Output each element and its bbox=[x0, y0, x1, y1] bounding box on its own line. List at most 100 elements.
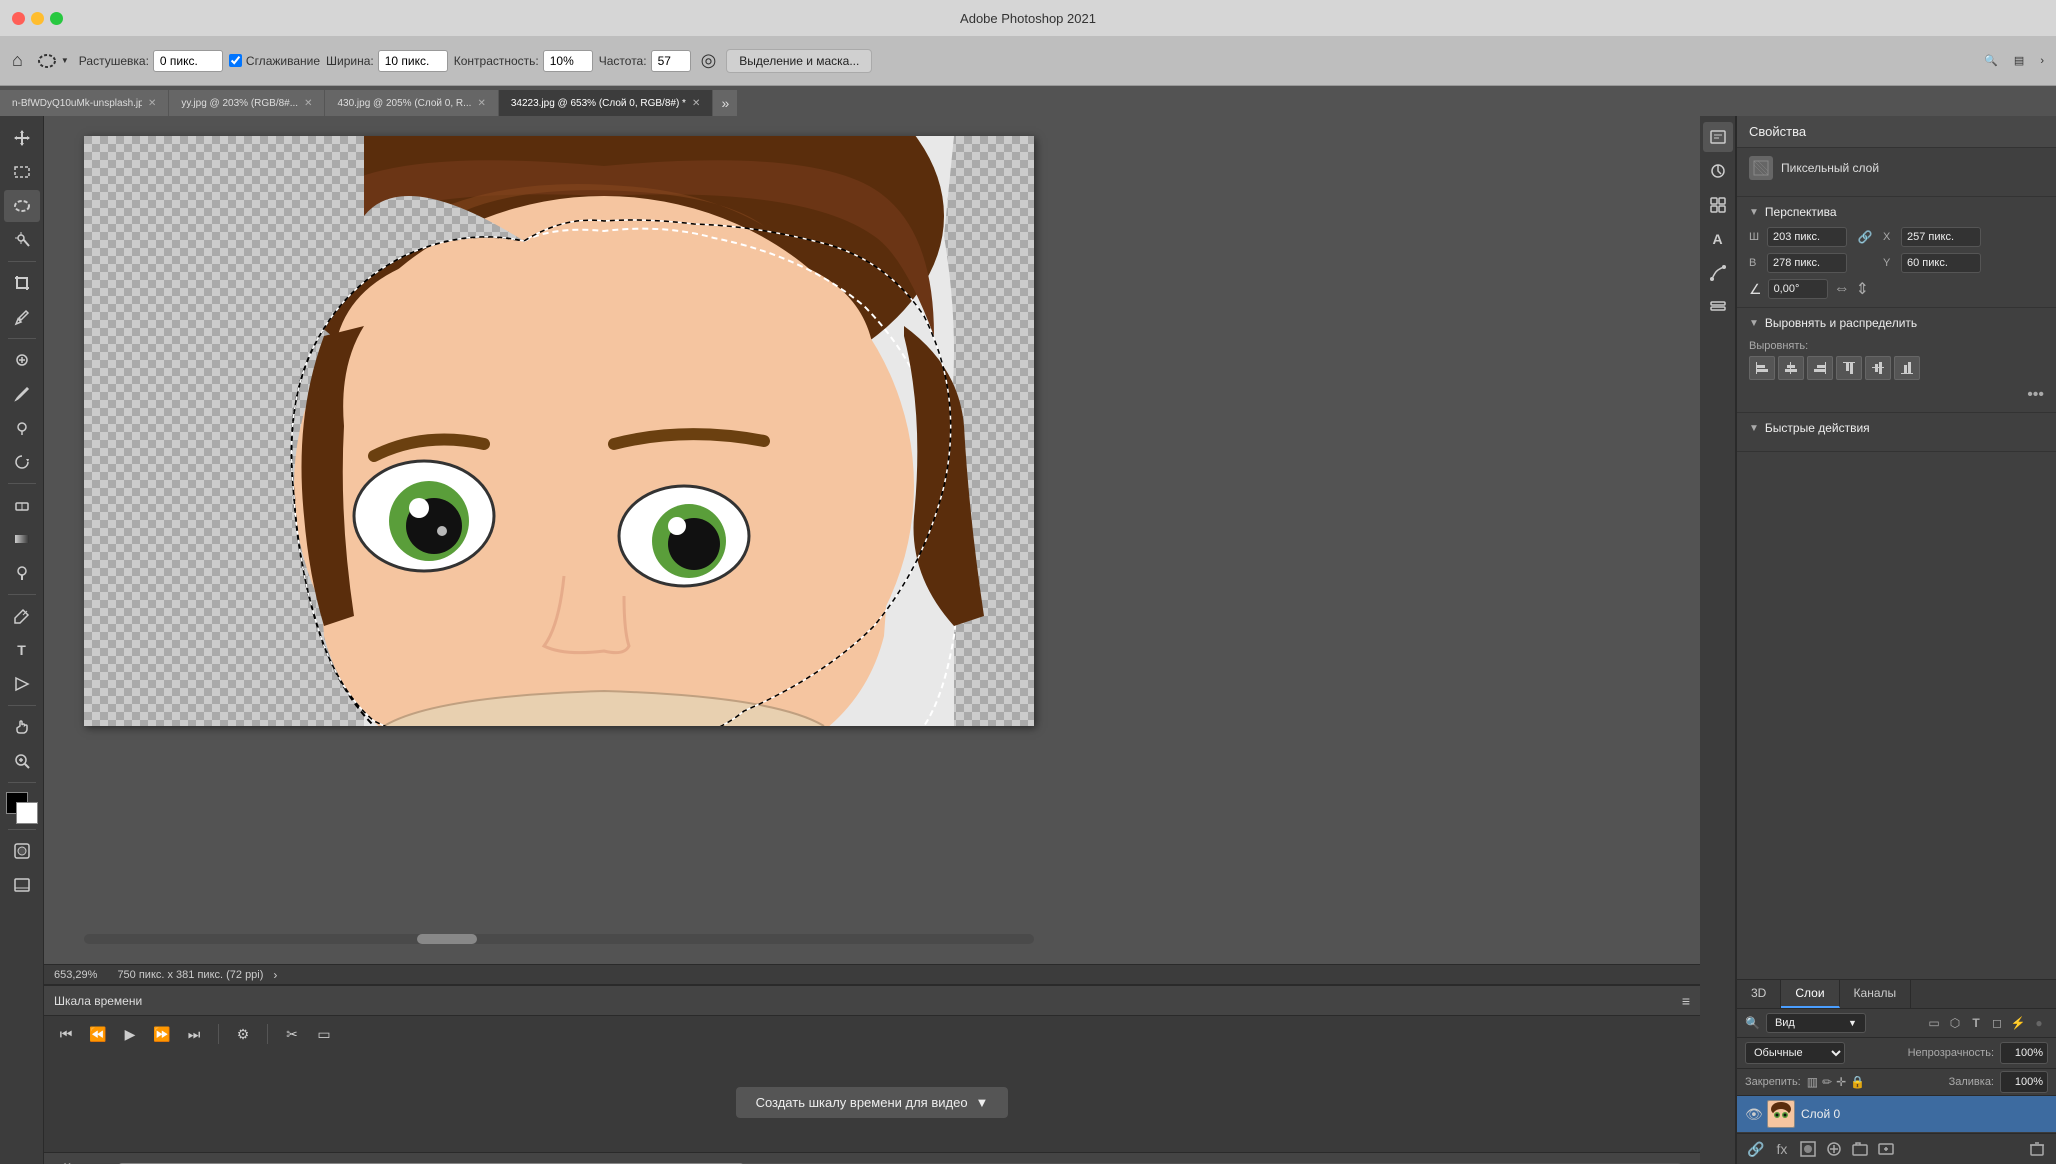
timeline-next-button[interactable]: ⏩ bbox=[150, 1022, 174, 1046]
height-prop-input[interactable] bbox=[1767, 253, 1847, 273]
delete-layer-button[interactable] bbox=[2026, 1138, 2048, 1160]
create-timeline-button[interactable]: Создать шкалу времени для видео ▼ bbox=[736, 1087, 1009, 1118]
timeline-end-button[interactable]: ⏭ bbox=[182, 1022, 206, 1046]
link-icon[interactable]: 🔗 bbox=[1857, 227, 1873, 247]
lock-position-button[interactable]: ✏ bbox=[1822, 1075, 1832, 1089]
timeline-menu-button[interactable]: ≡ bbox=[1682, 993, 1690, 1009]
timeline-play-button[interactable]: ▶ bbox=[118, 1022, 142, 1046]
fill-input[interactable] bbox=[2000, 1071, 2048, 1093]
color-box[interactable] bbox=[6, 792, 38, 824]
tab-close-icon[interactable]: ✕ bbox=[148, 98, 156, 109]
timeline-bottom-next[interactable]: ⏭ bbox=[82, 1156, 104, 1164]
channels-panel-button[interactable] bbox=[1703, 292, 1733, 322]
close-button[interactable] bbox=[12, 12, 25, 25]
timeline-prev-button[interactable]: ⏪ bbox=[86, 1022, 110, 1046]
timeline-frame-button[interactable]: ▭ bbox=[312, 1022, 336, 1046]
hand-tool[interactable] bbox=[4, 711, 40, 743]
opacity-input[interactable] bbox=[2000, 1042, 2048, 1064]
align-left-button[interactable] bbox=[1749, 356, 1775, 380]
tab-close-icon[interactable]: ✕ bbox=[692, 98, 700, 109]
eyedropper-tool[interactable] bbox=[4, 301, 40, 333]
type-panel-button[interactable]: A bbox=[1703, 224, 1733, 254]
layer-visibility-icon[interactable]: 👁 bbox=[1745, 1106, 1761, 1123]
tab-channels[interactable]: Каналы bbox=[1840, 980, 1912, 1008]
tab-unsplash[interactable]: n-BfWDyQ10uMk-unsplash.jpg ✕ bbox=[0, 90, 169, 116]
tab-close-icon[interactable]: ✕ bbox=[304, 98, 312, 109]
contrast-input[interactable] bbox=[543, 50, 593, 72]
add-adjustment-button[interactable] bbox=[1823, 1138, 1845, 1160]
mask-button[interactable]: Выделение и маска... bbox=[726, 49, 872, 73]
tab-yy[interactable]: yy.jpg @ 203% (RGB/8#... ✕ bbox=[169, 90, 325, 116]
filter-type-button[interactable]: T bbox=[1967, 1014, 1985, 1032]
feather-input[interactable] bbox=[153, 50, 223, 72]
minimize-button[interactable] bbox=[31, 12, 44, 25]
more-options-button[interactable]: ••• bbox=[2027, 386, 2044, 404]
layers-filter-dropdown[interactable]: Вид ▼ bbox=[1766, 1013, 1866, 1033]
eraser-tool[interactable] bbox=[4, 489, 40, 521]
lock-pixels-button[interactable]: ▥ bbox=[1807, 1075, 1818, 1089]
panel-button[interactable]: ▤ bbox=[2010, 52, 2028, 69]
align-bottom-button[interactable] bbox=[1894, 356, 1920, 380]
width-prop-input[interactable] bbox=[1767, 227, 1847, 247]
link-layers-button[interactable]: 🔗 bbox=[1745, 1138, 1767, 1160]
smooth-checkbox[interactable] bbox=[229, 54, 242, 67]
horizontal-scrollbar[interactable] bbox=[84, 932, 1034, 942]
width-input[interactable] bbox=[378, 50, 448, 72]
tab-430[interactable]: 430.jpg @ 205% (Слой 0, R... ✕ bbox=[325, 90, 498, 116]
dodge-tool[interactable] bbox=[4, 557, 40, 589]
add-group-button[interactable] bbox=[1849, 1138, 1871, 1160]
dimensions-arrow[interactable]: › bbox=[273, 968, 277, 982]
brush-tool[interactable] bbox=[4, 378, 40, 410]
expand-button[interactable]: › bbox=[2036, 52, 2048, 69]
crop-tool[interactable] bbox=[4, 267, 40, 299]
timeline-cut-button[interactable]: ✂ bbox=[280, 1022, 304, 1046]
timeline-bottom-prev[interactable]: ⏮ bbox=[54, 1156, 76, 1164]
tab-more-button[interactable]: » bbox=[713, 90, 737, 116]
maximize-button[interactable] bbox=[50, 12, 63, 25]
filter-adjust-button[interactable]: ⬡ bbox=[1946, 1014, 1964, 1032]
angle-input[interactable] bbox=[1768, 279, 1828, 299]
pen-tool[interactable] bbox=[4, 600, 40, 632]
align-header[interactable]: ▼ Выровнять и распределить bbox=[1749, 316, 2044, 330]
flip-h-button[interactable]: ⇔ bbox=[1834, 280, 1850, 298]
quick-mask-tool[interactable] bbox=[4, 835, 40, 867]
perspective-header[interactable]: ▼ Перспектива bbox=[1749, 205, 2044, 219]
home-button[interactable]: ⌂ bbox=[8, 48, 27, 73]
properties-panel-button[interactable] bbox=[1703, 122, 1733, 152]
spot-heal-tool[interactable] bbox=[4, 344, 40, 376]
timeline-settings-button[interactable]: ⚙ bbox=[231, 1022, 255, 1046]
zoom-tool[interactable] bbox=[4, 745, 40, 777]
tab-close-icon[interactable]: ✕ bbox=[477, 98, 485, 109]
filter-shape-button[interactable]: ◻ bbox=[1988, 1014, 2006, 1032]
tab-3d[interactable]: 3D bbox=[1737, 980, 1781, 1008]
search-button[interactable]: 🔍 bbox=[1980, 52, 2002, 69]
x-prop-input[interactable] bbox=[1901, 227, 1981, 247]
history-tool[interactable] bbox=[4, 446, 40, 478]
gradient-tool[interactable] bbox=[4, 523, 40, 555]
align-center-h-button[interactable] bbox=[1778, 356, 1804, 380]
adjustment-panel-button[interactable] bbox=[1703, 156, 1733, 186]
add-layer-button[interactable] bbox=[1875, 1138, 1897, 1160]
tab-layers[interactable]: Слои bbox=[1781, 980, 1839, 1008]
align-top-button[interactable] bbox=[1836, 356, 1862, 380]
layer-item[interactable]: 👁 Слой 0 bbox=[1737, 1096, 2056, 1133]
marquee-tool[interactable] bbox=[4, 156, 40, 188]
flip-v-button[interactable]: ⇕ bbox=[1856, 279, 1869, 299]
clone-tool[interactable] bbox=[4, 412, 40, 444]
canvas-wrapper[interactable] bbox=[44, 116, 1700, 964]
path-select-tool[interactable] bbox=[4, 668, 40, 700]
lasso-dropdown[interactable]: ▼ bbox=[33, 49, 73, 73]
move-tool[interactable] bbox=[4, 122, 40, 154]
align-right-button[interactable] bbox=[1807, 356, 1833, 380]
add-mask-button[interactable] bbox=[1797, 1138, 1819, 1160]
filter-pixel-button[interactable]: ▭ bbox=[1925, 1014, 1943, 1032]
add-style-button[interactable]: fx bbox=[1771, 1138, 1793, 1160]
lock-all-button[interactable]: 🔒 bbox=[1850, 1075, 1865, 1089]
lasso-tool[interactable] bbox=[4, 190, 40, 222]
canvas-document[interactable] bbox=[84, 136, 1034, 726]
blend-mode-select[interactable]: Обычные bbox=[1745, 1042, 1845, 1064]
timeline-begin-button[interactable]: ⏮ bbox=[54, 1022, 78, 1046]
align-middle-v-button[interactable] bbox=[1865, 356, 1891, 380]
filter-toggle-button[interactable]: ● bbox=[2030, 1014, 2048, 1032]
lock-artboards-button[interactable]: ✛ bbox=[1836, 1075, 1846, 1089]
